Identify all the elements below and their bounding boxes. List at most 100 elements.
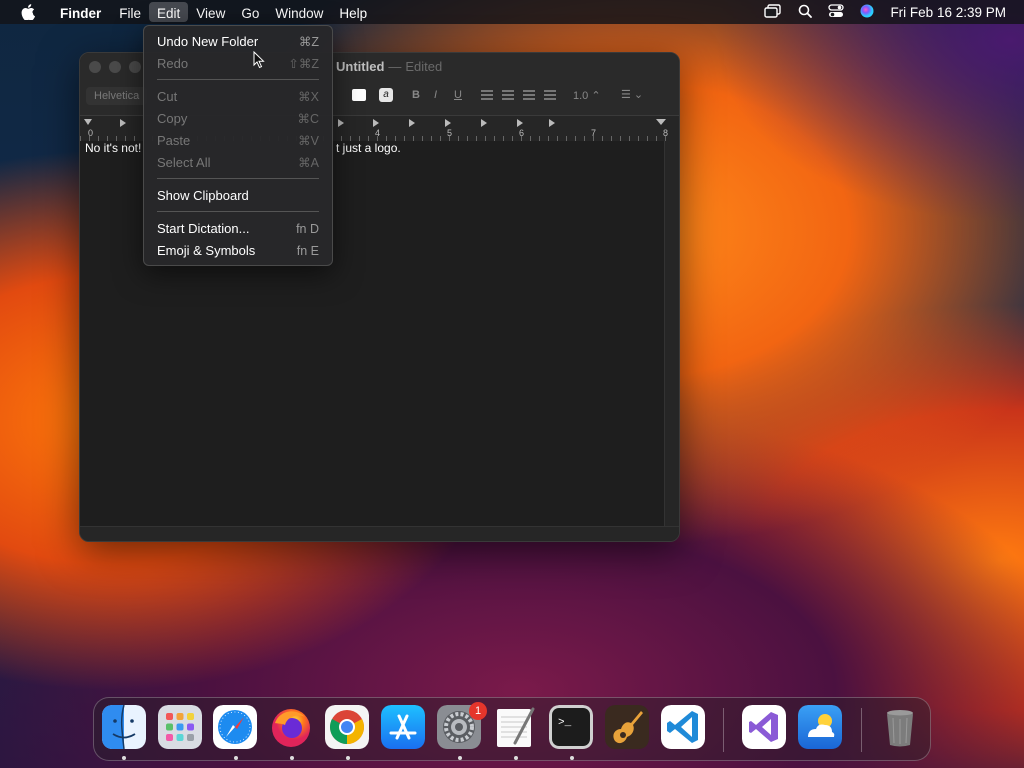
dock-app-store-icon[interactable] xyxy=(381,705,425,749)
window-title: Untitled — Edited xyxy=(336,59,442,74)
menu-item-shortcut: ⌘X xyxy=(298,90,319,104)
title-separator: — xyxy=(388,59,402,74)
menu-item-label: Start Dictation... xyxy=(157,221,250,236)
edit-menu-dropdown: Undo New Folder ⌘Z Redo ⇧⌘Z Cut ⌘X Copy … xyxy=(143,25,333,266)
background-color-swatch[interactable] xyxy=(352,89,366,101)
line-spacing-popup[interactable]: 1.0 ⌃ xyxy=(573,89,601,102)
tab-stop-icon[interactable] xyxy=(517,119,523,127)
dock-vscode-icon[interactable] xyxy=(661,705,705,749)
align-center-button[interactable] xyxy=(502,90,514,100)
dock-finder-icon[interactable] xyxy=(102,705,146,749)
dock-garageband-icon[interactable] xyxy=(605,705,649,749)
dock-firefox-icon[interactable] xyxy=(269,705,313,749)
font-family-popup[interactable]: Helvetica xyxy=(86,87,148,105)
tab-stop-icon[interactable] xyxy=(120,119,126,127)
dock-separator xyxy=(861,708,862,752)
document-edited-status: Edited xyxy=(405,59,443,74)
running-indicator xyxy=(514,756,518,760)
running-indicator xyxy=(570,756,574,760)
dock-visual-studio-icon[interactable] xyxy=(742,705,786,749)
running-indicator xyxy=(234,756,238,760)
menu-item-shortcut: ⇧⌘Z xyxy=(288,57,319,71)
close-window-button[interactable] xyxy=(89,61,101,73)
menu-item-shortcut: ⌘V xyxy=(298,134,319,148)
dock-trash-icon[interactable] xyxy=(878,705,922,749)
zoom-window-button[interactable] xyxy=(129,61,141,73)
menu-item-label: Undo New Folder xyxy=(157,34,259,49)
dock-safari-icon[interactable] xyxy=(213,705,257,749)
menu-item-select-all[interactable]: Select All ⌘A xyxy=(157,153,319,173)
menu-item-shortcut: ⌘A xyxy=(298,156,319,170)
control-center-icon[interactable] xyxy=(828,3,845,21)
app-menu-finder[interactable]: Finder xyxy=(52,2,109,22)
menu-separator xyxy=(157,79,319,80)
vertical-scrollbar[interactable] xyxy=(664,141,679,527)
menu-window[interactable]: Window xyxy=(267,2,331,22)
tab-stop-icon[interactable] xyxy=(338,119,344,127)
tab-stop-icon[interactable] xyxy=(445,119,451,127)
underline-button[interactable]: U xyxy=(454,89,462,101)
list-style-popup[interactable]: ☰ ⌄ xyxy=(621,88,643,101)
menu-edit[interactable]: Edit xyxy=(149,2,189,22)
menu-item-cut[interactable]: Cut ⌘X xyxy=(157,87,319,107)
ruler-number: 8 xyxy=(663,128,669,138)
mouse-cursor-icon xyxy=(253,50,265,74)
menu-item-copy[interactable]: Copy ⌘C xyxy=(157,109,319,129)
spotlight-search-icon[interactable] xyxy=(798,4,813,21)
siri-icon[interactable] xyxy=(860,4,874,21)
menu-item-label: Cut xyxy=(157,89,178,104)
align-right-button[interactable] xyxy=(523,90,535,100)
menu-item-label: Emoji & Symbols xyxy=(157,243,256,258)
document-text-start: No it's not! xyxy=(85,141,142,155)
menu-separator xyxy=(157,178,319,179)
ruler-number: 4 xyxy=(375,128,381,138)
menu-item-emoji-symbols[interactable]: Emoji & Symbols fn E xyxy=(157,241,319,261)
right-margin-marker-icon[interactable] xyxy=(656,119,666,125)
horizontal-scrollbar[interactable] xyxy=(80,526,679,541)
menubar-clock[interactable]: Fri Feb 16 2:39 PM xyxy=(890,5,1006,20)
menu-go[interactable]: Go xyxy=(233,2,267,22)
tab-stop-icon[interactable] xyxy=(409,119,415,127)
menu-item-show-clipboard[interactable]: Show Clipboard xyxy=(157,186,319,206)
bold-button[interactable]: B xyxy=(412,89,420,101)
menu-item-label: Show Clipboard xyxy=(157,188,249,203)
menu-item-redo[interactable]: Redo ⇧⌘Z xyxy=(157,54,319,74)
menu-file[interactable]: File xyxy=(111,2,149,22)
dock-weather-icon[interactable] xyxy=(798,705,842,749)
dock-textedit-icon[interactable] xyxy=(493,705,537,749)
menu-item-start-dictation[interactable]: Start Dictation... fn D xyxy=(157,219,319,239)
menu-item-label: Copy xyxy=(157,111,188,126)
text-color-button[interactable]: a xyxy=(379,88,393,102)
screen-mirroring-icon[interactable] xyxy=(764,3,782,21)
menu-item-shortcut: fn D xyxy=(296,222,319,236)
document-name: Untitled xyxy=(336,59,385,74)
running-indicator xyxy=(122,756,126,760)
tab-stop-icon[interactable] xyxy=(481,119,487,127)
tab-stop-icon[interactable] xyxy=(549,119,555,127)
menu-view[interactable]: View xyxy=(188,2,233,22)
menu-help[interactable]: Help xyxy=(331,2,375,22)
menu-item-shortcut: ⌘C xyxy=(297,112,319,126)
tab-stop-icon[interactable] xyxy=(373,119,379,127)
ruler-number: 7 xyxy=(591,128,597,138)
dock-chrome-icon[interactable] xyxy=(325,705,369,749)
align-justify-button[interactable] xyxy=(544,90,556,100)
running-indicator xyxy=(290,756,294,760)
running-indicator xyxy=(346,756,350,760)
menu-item-label: Redo xyxy=(157,56,189,71)
menu-item-paste[interactable]: Paste ⌘V xyxy=(157,131,319,151)
align-left-button[interactable] xyxy=(481,90,493,100)
menu-item-label: Select All xyxy=(157,155,211,170)
menu-item-undo[interactable]: Undo New Folder ⌘Z xyxy=(157,32,319,52)
menu-item-shortcut: ⌘Z xyxy=(298,35,319,49)
minimize-window-button[interactable] xyxy=(109,61,121,73)
menu-separator xyxy=(157,211,319,212)
menu-item-label: Paste xyxy=(157,133,191,148)
ruler-number: 5 xyxy=(447,128,453,138)
apple-menu-icon[interactable] xyxy=(18,4,38,20)
dock-terminal-icon[interactable]: >_ xyxy=(549,705,593,749)
running-indicator xyxy=(458,756,462,760)
dock-launchpad-icon[interactable] xyxy=(158,705,202,749)
dock-separator xyxy=(723,708,724,752)
italic-button[interactable]: I xyxy=(434,89,437,101)
